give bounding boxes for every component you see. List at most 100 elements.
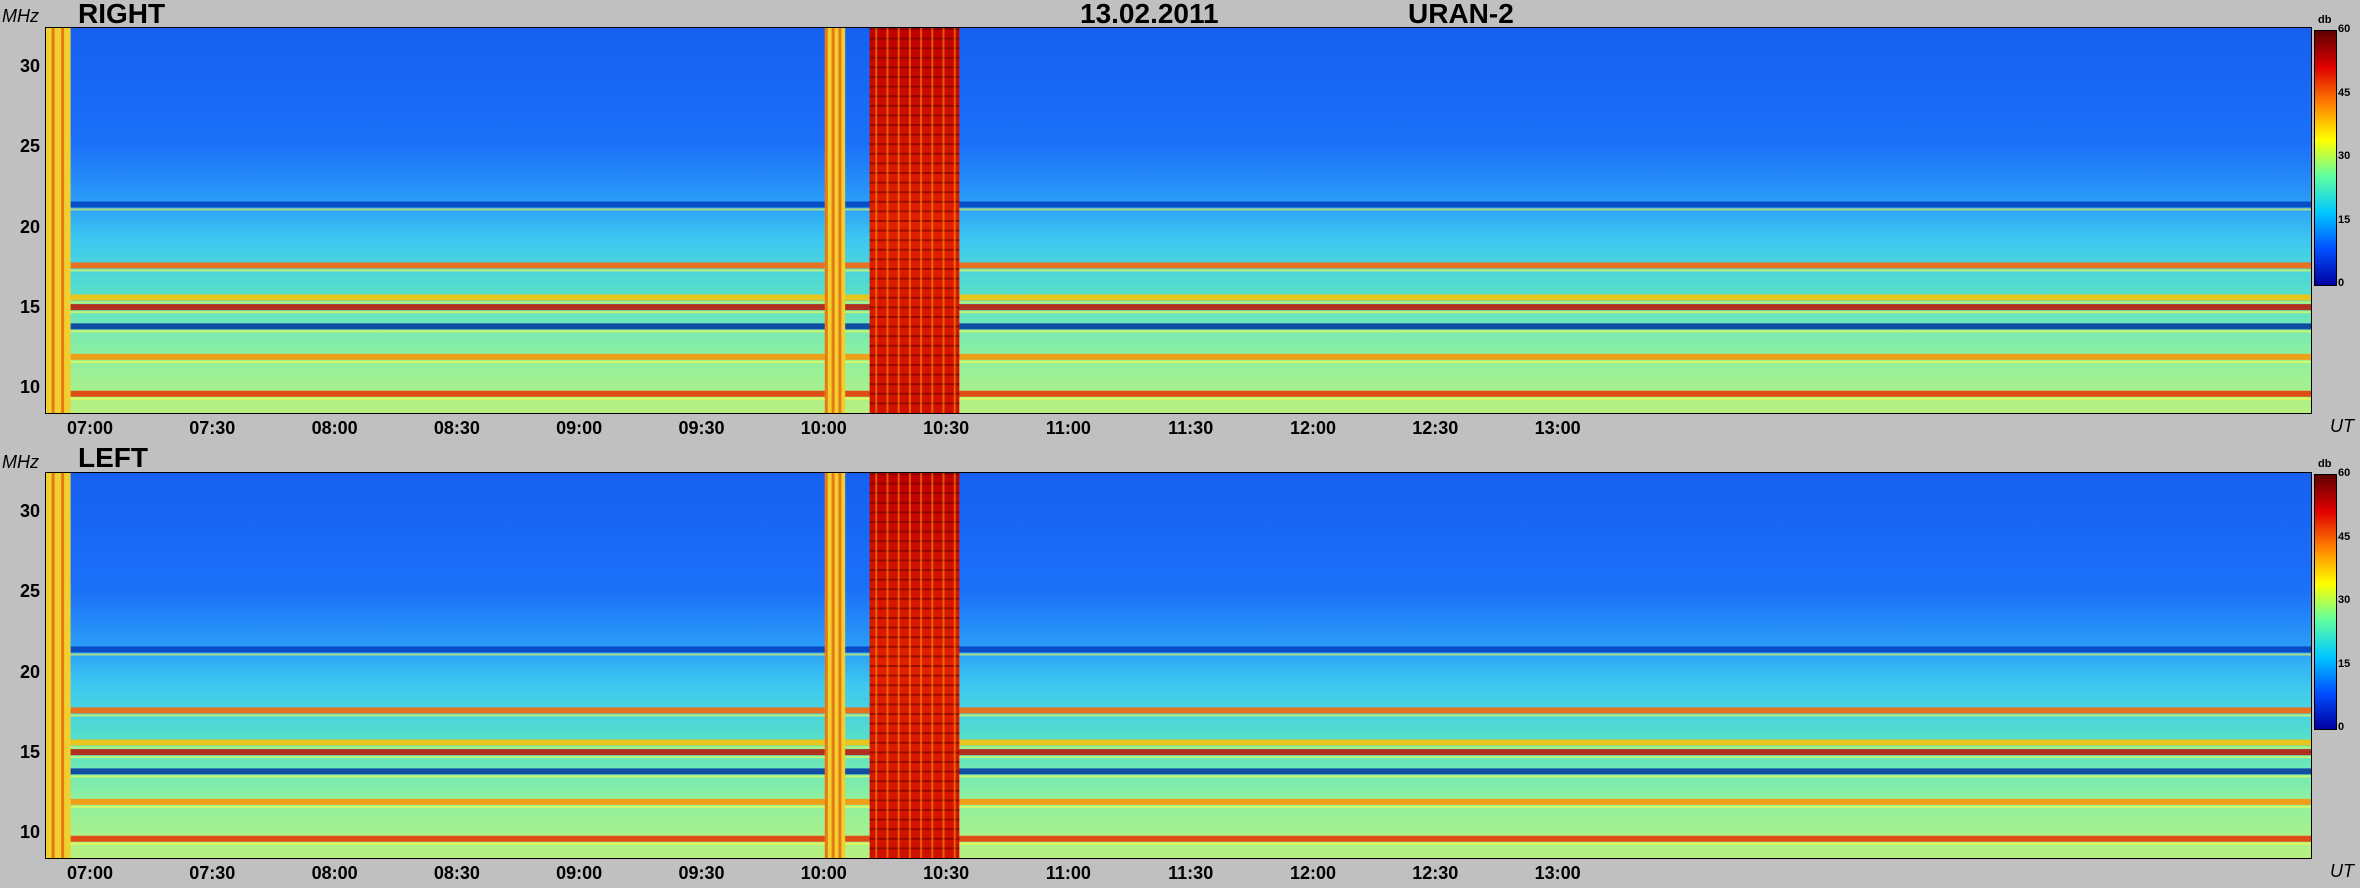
burst-stripe xyxy=(869,521,960,523)
x-tick-label: 09:30 xyxy=(678,863,725,883)
colorbar xyxy=(2314,30,2337,286)
band-line xyxy=(46,304,2311,311)
burst-column xyxy=(942,473,945,858)
burst-column xyxy=(875,473,878,858)
burst-column xyxy=(838,473,842,858)
band-line-halo xyxy=(46,842,2311,845)
band-line xyxy=(46,739,2311,746)
burst-stripe xyxy=(869,770,960,773)
x-tick-label: 10:30 xyxy=(923,418,970,438)
colorbar-unit: db xyxy=(2318,14,2332,26)
burst-stripe xyxy=(869,684,960,687)
burst-region xyxy=(824,473,846,858)
burst-stripe xyxy=(869,732,960,735)
burst-stripe xyxy=(869,693,960,696)
burst-column xyxy=(838,28,842,413)
x-tick-label: 12:00 xyxy=(1289,418,1337,438)
y-tick-label: 30 xyxy=(19,501,40,522)
band-line xyxy=(46,201,2311,208)
band-line xyxy=(46,835,2311,842)
band-line-halo xyxy=(46,805,2311,808)
colorbar-fill xyxy=(2315,31,2336,285)
burst-stripe xyxy=(869,383,960,386)
burst-stripe xyxy=(869,172,960,174)
burst-stripe xyxy=(869,847,960,850)
burst-stripe xyxy=(869,713,960,715)
x-tick-label: 09:30 xyxy=(678,418,725,438)
band-line xyxy=(46,390,2311,397)
band-line-halo xyxy=(46,301,2311,304)
burst-stripe xyxy=(869,761,960,763)
burst-stripe xyxy=(869,287,960,290)
burst-stripe xyxy=(869,617,960,619)
band-line-halo xyxy=(46,714,2311,717)
x-tick-label: 10:00 xyxy=(800,418,847,438)
burst-stripe xyxy=(869,56,960,59)
colorbar-gradient xyxy=(2315,31,2336,285)
x-tick-label: 09:00 xyxy=(556,863,603,883)
burst-stripe xyxy=(869,482,960,485)
x-tick-label: 08:00 xyxy=(311,863,358,883)
burst-stripe xyxy=(869,85,960,88)
burst-stripe xyxy=(869,28,960,30)
burst-stripe xyxy=(869,354,960,357)
band-line-halo xyxy=(46,330,2311,333)
burst-stripe xyxy=(869,296,960,299)
burst-stripe xyxy=(869,335,960,338)
band-line-halo xyxy=(46,360,2311,363)
burst-stripe xyxy=(869,751,960,754)
x-tick-label: 07:00 xyxy=(66,863,114,883)
burst-stripe xyxy=(869,741,960,744)
y-tick-label: 10 xyxy=(19,821,40,842)
burst-stripe xyxy=(869,626,960,629)
band-line xyxy=(46,768,2311,775)
burst-stripe xyxy=(869,392,960,395)
burst-stripe xyxy=(869,492,960,495)
burst-stripe xyxy=(869,37,960,40)
x-tick-label: 08:00 xyxy=(311,418,358,438)
x-tick-label: 12:00 xyxy=(1289,863,1337,883)
burst-stripe xyxy=(869,143,960,146)
burst-stripe xyxy=(869,229,960,232)
x-tick-label: 07:00 xyxy=(66,418,114,438)
colorbar-tick-label: 30 xyxy=(2338,594,2351,606)
burst-column xyxy=(824,473,828,858)
spectrogram xyxy=(45,27,2312,414)
burst-stripe xyxy=(869,95,960,98)
colorbar-tick-label: 60 xyxy=(2338,23,2351,35)
burst-column xyxy=(953,28,956,413)
burst-stripe xyxy=(869,248,960,251)
burst-column xyxy=(875,28,878,413)
burst-stripe xyxy=(869,588,960,591)
burst-stripe xyxy=(869,200,960,203)
burst-stripe xyxy=(869,104,960,107)
burst-stripe xyxy=(869,818,960,821)
burst-stripe xyxy=(869,569,960,571)
y-tick-label: 15 xyxy=(19,741,40,762)
x-tick-label: 08:30 xyxy=(433,418,480,438)
colorbar-fill xyxy=(2315,475,2336,729)
burst-stripe xyxy=(869,665,960,667)
colorbar-tick-label: 30 xyxy=(2338,150,2351,162)
burst-stripe xyxy=(869,511,960,514)
band-line-halo xyxy=(46,269,2311,272)
burst-column xyxy=(897,28,900,413)
instrument-label: URAN-2 xyxy=(1408,0,1514,29)
burst-column xyxy=(942,28,945,413)
y-axis-unit: MHz xyxy=(2,452,39,472)
x-axis-unit: UT xyxy=(2330,416,2354,436)
burst-column xyxy=(831,473,835,858)
y-tick-label: 20 xyxy=(19,216,40,237)
x-tick-label: 12:30 xyxy=(1412,418,1459,438)
burst-stripe xyxy=(869,258,960,261)
colorbar-gradient xyxy=(2315,475,2336,729)
spectrogram-canvas xyxy=(46,28,2311,413)
burst-stripe xyxy=(869,133,960,136)
band-line-halo xyxy=(46,746,2311,749)
burst-stripe xyxy=(869,162,960,165)
burst-stripe xyxy=(869,124,960,126)
burst-stripe xyxy=(869,655,960,658)
band-line-halo xyxy=(46,311,2311,314)
panel-title: LEFT xyxy=(78,442,148,473)
burst-column xyxy=(51,28,55,413)
